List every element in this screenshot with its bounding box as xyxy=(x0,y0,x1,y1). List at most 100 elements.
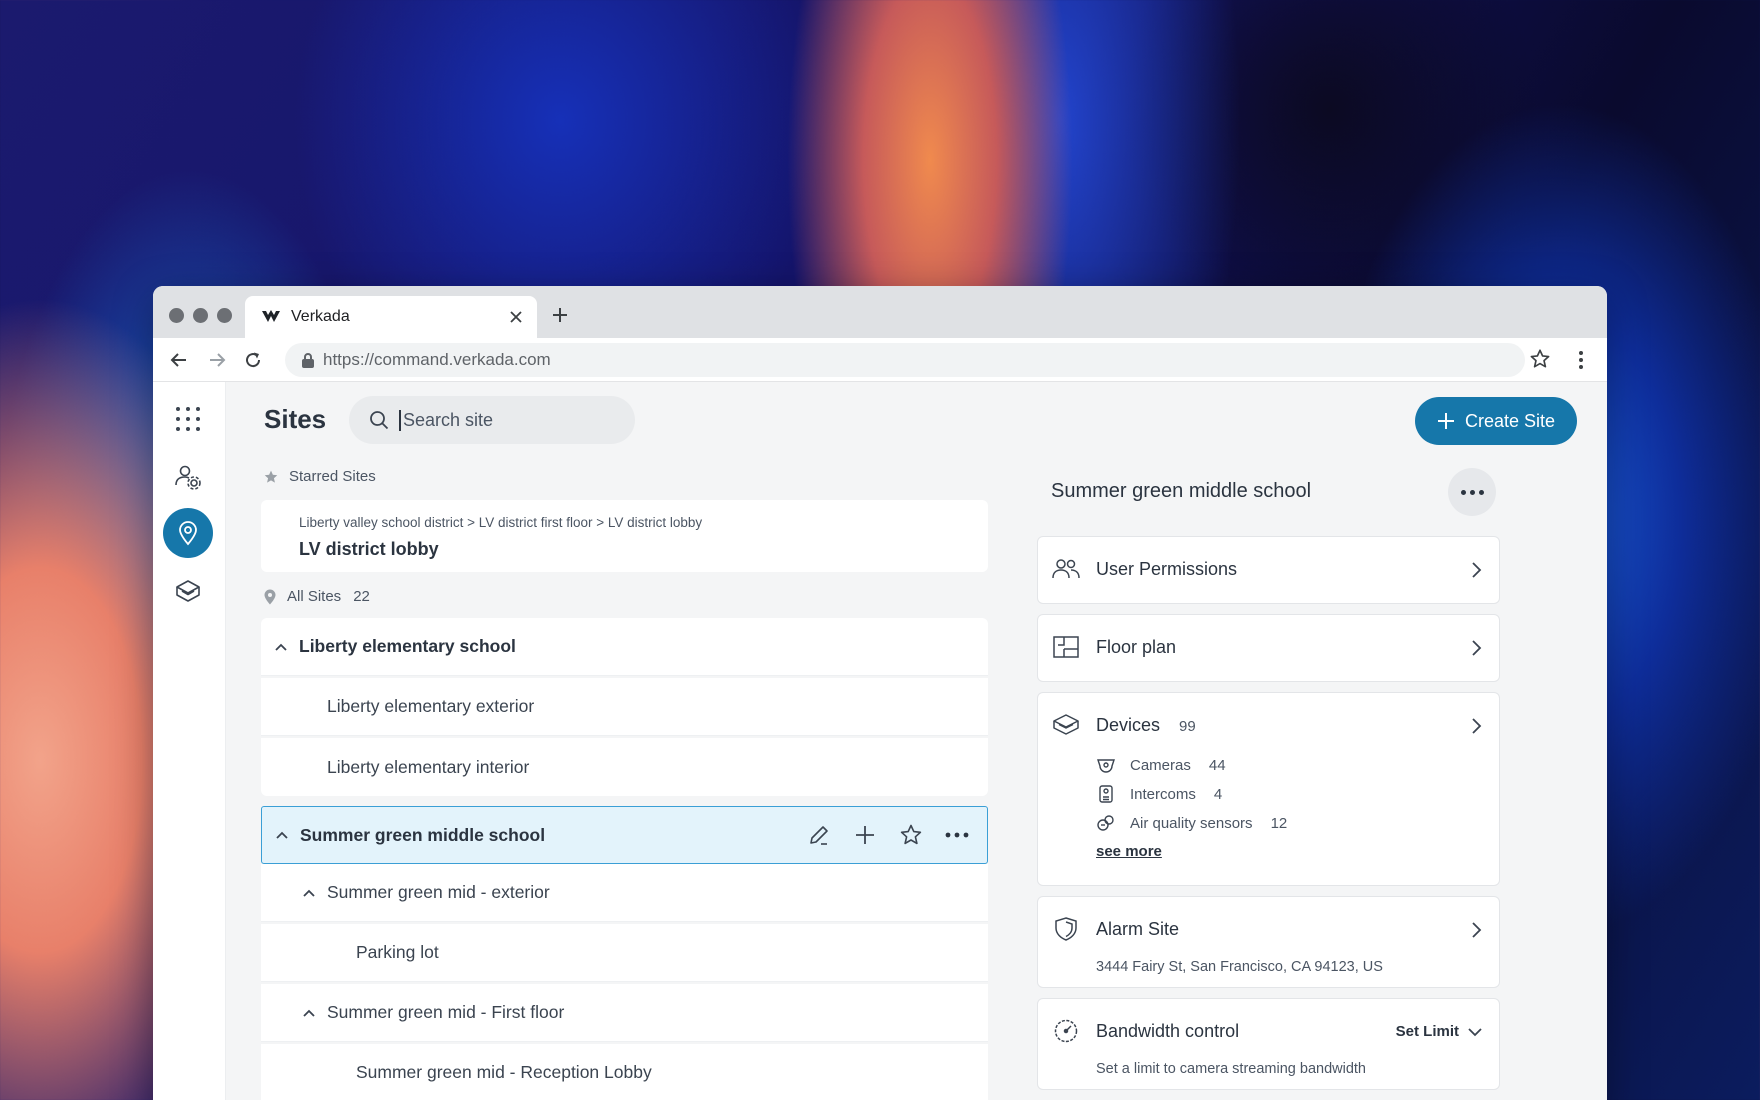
verkada-logo-icon xyxy=(262,310,280,322)
user-settings-icon[interactable] xyxy=(163,452,213,502)
window-maximize-dot[interactable] xyxy=(217,308,232,323)
all-sites-count: 22 xyxy=(353,588,370,605)
tree-row-label: Summer green mid - First floor xyxy=(327,1002,565,1022)
app-content: Sites Create Site Starred Sites Liberty … xyxy=(153,382,1607,1100)
intercom-icon xyxy=(1096,784,1116,804)
browser-menu-icon[interactable] xyxy=(1573,348,1589,372)
devices-count: 99 xyxy=(1179,718,1196,735)
page-title: Sites xyxy=(264,404,327,434)
floor-plan-icon xyxy=(1053,636,1079,658)
device-row-intercoms[interactable]: Intercoms 4 xyxy=(1096,784,1222,804)
starred-site-breadcrumb: Liberty valley school district > LV dist… xyxy=(299,515,703,530)
devices-box-icon[interactable] xyxy=(163,566,213,616)
bandwidth-control-label: Bandwidth control xyxy=(1096,1021,1240,1041)
bandwidth-control-card[interactable]: Bandwidth control Set Limit Set a limit … xyxy=(1037,998,1500,1090)
devices-label: Devices 99 xyxy=(1096,715,1196,736)
device-count: 12 xyxy=(1270,814,1288,832)
search-box[interactable] xyxy=(349,396,635,444)
app-launcher-icon[interactable] xyxy=(163,394,213,444)
chevron-up-icon[interactable] xyxy=(274,827,290,843)
chevron-right-icon xyxy=(1472,922,1482,938)
speedometer-icon xyxy=(1054,1019,1078,1043)
all-sites-heading: All Sites 22 xyxy=(263,588,370,605)
tree-row-label: Liberty elementary exterior xyxy=(327,696,535,716)
tree-row[interactable]: Summer green mid - Reception Lobby xyxy=(261,1044,988,1100)
tree-row[interactable]: Summer green mid - First floor xyxy=(261,984,988,1042)
tree-row[interactable]: Liberty elementary interior xyxy=(261,738,988,796)
create-site-label: Create Site xyxy=(1464,410,1556,431)
tree-row[interactable]: Parking lot xyxy=(261,924,988,982)
forward-icon[interactable] xyxy=(205,348,229,372)
tree-row-label: Summer green middle school xyxy=(300,824,546,845)
row-actions xyxy=(807,823,969,847)
starred-site-name: LV district lobby xyxy=(299,539,439,559)
set-limit-dropdown[interactable]: Set Limit xyxy=(1396,1023,1483,1040)
devices-label-text: Devices xyxy=(1096,715,1161,735)
tree-row[interactable]: Liberty elementary school xyxy=(261,618,988,676)
user-permissions-label: User Permissions xyxy=(1096,559,1238,579)
floor-plan-label: Floor plan xyxy=(1096,637,1177,657)
tree-row[interactable]: Liberty elementary exterior xyxy=(261,678,988,736)
new-tab-icon[interactable] xyxy=(545,300,575,330)
back-icon[interactable] xyxy=(167,348,191,372)
camera-icon xyxy=(1096,755,1116,775)
star-outline-icon[interactable] xyxy=(899,823,923,847)
chevron-up-icon[interactable] xyxy=(273,639,289,655)
chevron-up-icon[interactable] xyxy=(301,1005,317,1021)
browser-window: Verkada https://command.verkada.com Site… xyxy=(153,286,1607,1100)
chevron-down-icon xyxy=(1468,1027,1482,1036)
detail-title: Summer green middle school xyxy=(1051,480,1312,502)
alarm-site-address: 3444 Fairy St, San Francisco, CA 94123, … xyxy=(1096,959,1383,975)
bandwidth-description: Set a limit to camera streaming bandwidt… xyxy=(1096,1061,1366,1077)
air-sensor-icon xyxy=(1096,813,1116,833)
chevron-up-icon[interactable] xyxy=(301,885,317,901)
create-site-button[interactable]: Create Site xyxy=(1415,397,1577,445)
detail-more-button[interactable] xyxy=(1448,468,1496,516)
tab-close-icon[interactable] xyxy=(505,306,527,328)
tree-row[interactable]: Summer green mid - exterior xyxy=(261,864,988,922)
url-field[interactable]: https://command.verkada.com xyxy=(285,343,1525,377)
all-sites-label: All Sites xyxy=(287,588,342,605)
edit-pencil-icon[interactable] xyxy=(807,823,831,847)
tree-row-label: Parking lot xyxy=(356,942,439,962)
device-row-cameras[interactable]: Cameras 44 xyxy=(1096,755,1226,775)
users-icon xyxy=(1052,559,1080,579)
window-close-dot[interactable] xyxy=(169,308,184,323)
url-text: https://command.verkada.com xyxy=(323,350,551,369)
chevron-right-icon xyxy=(1472,718,1482,734)
search-input[interactable] xyxy=(399,409,599,431)
floor-plan-card[interactable]: Floor plan xyxy=(1037,614,1500,682)
devices-card[interactable]: Devices 99 Cameras 44 Intercoms 4 Air qu… xyxy=(1037,692,1500,886)
browser-tab[interactable]: Verkada xyxy=(245,296,537,338)
alarm-site-card[interactable]: Alarm Site 3444 Fairy St, San Francisco,… xyxy=(1037,896,1500,988)
add-subsite-plus-icon[interactable] xyxy=(853,823,877,847)
window-minimize-dot[interactable] xyxy=(193,308,208,323)
search-icon xyxy=(370,411,389,430)
tab-bar: Verkada xyxy=(153,286,1607,338)
starred-sites-label: Starred Sites xyxy=(289,468,376,485)
device-label: Cameras xyxy=(1130,756,1191,774)
chevron-right-icon xyxy=(1472,640,1482,656)
device-count: 4 xyxy=(1213,785,1223,803)
sites-location-icon[interactable] xyxy=(163,508,213,558)
set-limit-label: Set Limit xyxy=(1395,1023,1459,1040)
see-more-link[interactable]: see more xyxy=(1096,843,1162,860)
bookmark-star-icon[interactable] xyxy=(1529,348,1553,372)
device-count: 44 xyxy=(1208,756,1226,774)
starred-site-card[interactable]: Liberty valley school district > LV dist… xyxy=(261,500,988,572)
lock-icon xyxy=(302,353,314,368)
device-label: Air quality sensors xyxy=(1130,814,1253,832)
shield-icon xyxy=(1055,917,1077,941)
reload-icon[interactable] xyxy=(241,348,265,372)
chevron-right-icon xyxy=(1472,562,1482,578)
tree-row-label: Liberty elementary interior xyxy=(327,756,530,777)
plus-icon xyxy=(1437,413,1454,429)
location-pin-icon xyxy=(264,589,276,604)
device-row-air-quality[interactable]: Air quality sensors 12 xyxy=(1096,813,1287,833)
alarm-site-label: Alarm Site xyxy=(1096,919,1180,939)
starred-sites-heading: Starred Sites xyxy=(263,468,376,485)
more-options-icon[interactable] xyxy=(945,823,969,847)
tree-row-selected[interactable]: Summer green middle school xyxy=(261,806,988,864)
tab-title: Verkada xyxy=(291,308,350,325)
user-permissions-card[interactable]: User Permissions xyxy=(1037,536,1500,604)
